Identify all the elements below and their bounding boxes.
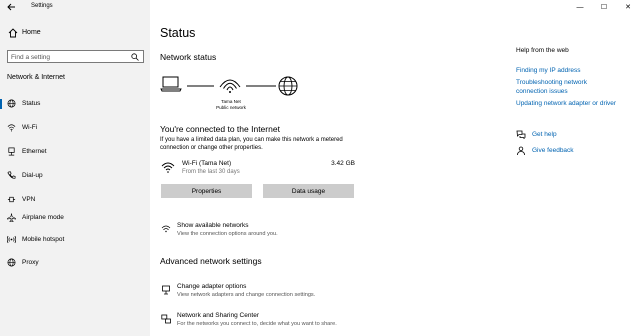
data-usage-button[interactable]: Data usage <box>263 184 354 198</box>
sharing-center-icon <box>161 314 171 324</box>
sidebar-item-label: Status <box>22 100 41 107</box>
maximize-button[interactable]: ☐ <box>592 0 616 14</box>
adapter-icon <box>162 285 170 295</box>
wifi-connection-name: Wi-Fi (Tama Net) <box>182 160 232 167</box>
show-networks-title: Show available networks <box>177 222 249 229</box>
globe-icon <box>7 99 16 108</box>
app-title: Settings <box>31 3 53 9</box>
home-icon <box>8 28 18 38</box>
wifi-signal-icon <box>161 162 175 173</box>
page-title: Status <box>160 26 196 40</box>
vpn-icon <box>7 196 16 203</box>
feedback-icon <box>517 146 525 156</box>
change-adapter-options-link[interactable]: Change adapter options View network adap… <box>160 283 420 301</box>
show-available-networks-link[interactable]: Show available networks View the connect… <box>160 222 420 240</box>
sidebar-item-label: VPN <box>22 196 36 203</box>
help-link-adapter-driver[interactable]: Updating network adapter or driver <box>516 99 636 108</box>
search-icon[interactable] <box>131 53 139 61</box>
wifi-usage-row: Wi-Fi (Tama Net) From the last 30 days 3… <box>160 158 355 178</box>
sidebar-item-label: Airplane mode <box>22 214 64 221</box>
sidebar-item-wifi[interactable]: Wi-Fi <box>0 121 150 135</box>
help-title: Help from the web <box>516 47 569 54</box>
search-box[interactable] <box>7 50 144 63</box>
globe-icon <box>7 258 16 267</box>
sidebar-item-label: Wi-Fi <box>22 124 38 131</box>
sidebar-item-mobile-hotspot[interactable]: Mobile hotspot <box>0 233 150 247</box>
sidebar-item-home[interactable]: Home <box>0 27 150 39</box>
network-icon <box>161 225 171 233</box>
change-adapter-desc: View network adapters and change connect… <box>177 292 316 298</box>
sidebar-item-label: Mobile hotspot <box>22 236 65 243</box>
phone-icon <box>7 171 16 179</box>
properties-button[interactable]: Properties <box>161 184 252 198</box>
home-label: Home <box>22 29 41 36</box>
show-networks-desc: View the connection options around you. <box>177 231 278 237</box>
advanced-settings-heading: Advanced network settings <box>160 256 262 266</box>
network-status-heading: Network status <box>160 52 217 62</box>
close-button[interactable]: ✕ <box>616 0 640 14</box>
wifi-data-used: 3.42 GB <box>331 160 355 167</box>
help-link-ip-address[interactable]: Finding my IP address <box>516 66 636 75</box>
globe-icon <box>278 76 298 96</box>
sidebar: Settings Home Network & Internet Status … <box>0 0 150 336</box>
minimize-button[interactable]: — <box>568 0 592 14</box>
wifi-icon <box>7 124 16 132</box>
network-type: Public network <box>216 105 246 110</box>
help-link-troubleshooting[interactable]: Troubleshooting network connection issue… <box>516 78 616 96</box>
get-help-label: Get help <box>532 131 557 138</box>
ethernet-icon <box>8 147 15 156</box>
connected-heading: You're connected to the Internet <box>160 124 280 134</box>
sharing-center-desc: For the networks you connect to, decide … <box>177 321 337 327</box>
sidebar-item-dialup[interactable]: Dial-up <box>0 169 150 183</box>
laptop-icon <box>160 76 182 92</box>
sidebar-item-proxy[interactable]: Proxy <box>0 256 150 270</box>
network-sharing-center-link[interactable]: Network and Sharing Center For the netwo… <box>160 312 420 330</box>
hotspot-icon <box>7 235 16 244</box>
network-diagram-graphic <box>160 76 298 96</box>
sidebar-item-airplane-mode[interactable]: Airplane mode <box>0 211 150 225</box>
back-arrow-icon[interactable] <box>6 2 16 12</box>
network-diagram: Tama Net Public network <box>160 72 300 120</box>
chat-help-icon <box>516 130 526 140</box>
give-feedback-label: Give feedback <box>532 147 574 154</box>
change-adapter-title: Change adapter options <box>177 283 247 290</box>
sidebar-item-vpn[interactable]: VPN <box>0 193 150 207</box>
network-name-label: Tama Net Public network <box>216 99 246 111</box>
airplane-icon <box>7 213 16 222</box>
search-input[interactable] <box>11 52 126 62</box>
sidebar-item-status[interactable]: Status <box>0 97 150 111</box>
sidebar-item-label: Ethernet <box>22 148 47 155</box>
sidebar-item-label: Dial-up <box>22 172 43 179</box>
section-title: Network & Internet <box>7 74 65 81</box>
sharing-center-title: Network and Sharing Center <box>177 312 260 319</box>
wifi-icon <box>219 79 241 93</box>
connected-description: If you have a limited data plan, you can… <box>160 137 343 151</box>
window-controls: — ☐ ✕ <box>568 0 640 14</box>
wifi-usage-period: From the last 30 days <box>182 169 240 175</box>
sidebar-item-label: Proxy <box>22 259 39 266</box>
sidebar-item-ethernet[interactable]: Ethernet <box>0 145 150 159</box>
